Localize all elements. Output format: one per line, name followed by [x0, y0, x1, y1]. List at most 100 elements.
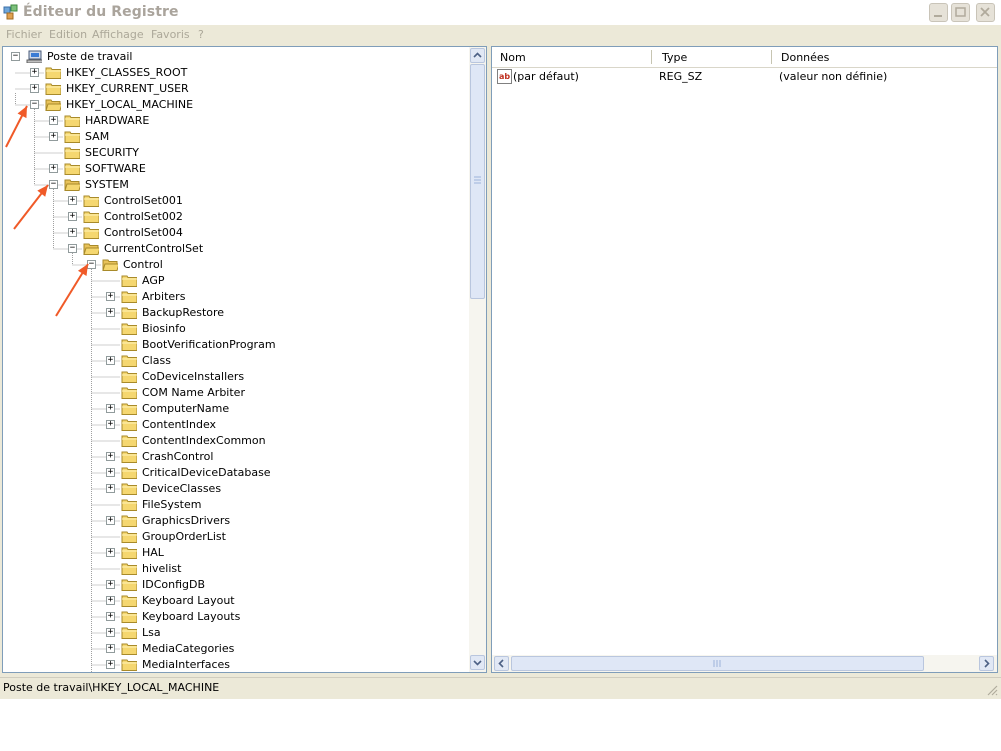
expand-icon[interactable]: +	[106, 308, 115, 317]
key-tree-pane[interactable]: − Poste de travail + HKEY_CLASSES_ROOT + HKEY…	[2, 46, 487, 673]
folder-icon	[121, 451, 137, 463]
expand-icon[interactable]: +	[30, 84, 39, 93]
collapse-icon[interactable]: −	[68, 244, 77, 253]
scroll-thumb[interactable]	[470, 64, 485, 299]
collapse-icon[interactable]: −	[49, 180, 58, 189]
folder-icon	[121, 371, 137, 383]
folder-icon	[64, 147, 80, 159]
tree-item-label: BootVerificationProgram	[142, 338, 276, 351]
expand-icon[interactable]: +	[106, 468, 115, 477]
column-divider[interactable]	[651, 50, 652, 64]
expand-icon[interactable]: +	[68, 196, 77, 205]
collapse-icon[interactable]: −	[87, 260, 96, 269]
maximize-button[interactable]	[951, 3, 970, 22]
folder-icon	[45, 67, 61, 79]
registry-app-icon	[3, 4, 18, 20]
expand-icon[interactable]: +	[49, 116, 58, 125]
tree-item-label: BackupRestore	[142, 306, 225, 319]
tree-item-label: ContentIndexCommon	[142, 434, 266, 447]
folder-icon	[121, 307, 137, 319]
value-row[interactable]: ab (par défaut) REG_SZ (valeur non défin…	[497, 69, 977, 85]
column-data[interactable]: Données	[781, 51, 829, 64]
folder-icon	[64, 163, 80, 175]
string-value-icon: ab	[497, 69, 512, 84]
expand-icon[interactable]: +	[106, 580, 115, 589]
expand-icon[interactable]: +	[30, 68, 39, 77]
scroll-up-button[interactable]	[470, 48, 485, 63]
tree-item-label: SOFTWARE	[85, 162, 146, 175]
scroll-left-button[interactable]	[494, 656, 509, 671]
tree-vertical-scrollbar[interactable]	[469, 47, 486, 672]
folder-open-icon	[83, 243, 99, 255]
close-button[interactable]	[976, 3, 995, 22]
tree-item-label: ControlSet002	[104, 210, 183, 223]
tree-item-label: SYSTEM	[85, 178, 129, 191]
column-name[interactable]: Nom	[500, 51, 526, 64]
expand-icon[interactable]: +	[106, 292, 115, 301]
folder-open-icon	[45, 99, 61, 111]
expand-icon[interactable]: +	[68, 228, 77, 237]
chevron-up-icon	[473, 52, 482, 58]
expand-icon[interactable]: +	[106, 516, 115, 525]
tree-item-label: MediaInterfaces	[142, 658, 231, 671]
menu-favoris[interactable]: Favoris	[151, 28, 190, 41]
tree-item-label: GraphicsDrivers	[142, 514, 231, 527]
tree-item-label: SAM	[85, 130, 110, 143]
tree-item-label: Keyboard Layouts	[142, 610, 241, 623]
expand-icon[interactable]: +	[106, 628, 115, 637]
folder-icon	[121, 467, 137, 479]
tree-item-label: Arbiters	[142, 290, 186, 303]
expand-icon[interactable]: +	[106, 484, 115, 493]
scroll-right-button[interactable]	[979, 656, 994, 671]
menu-help[interactable]: ?	[198, 28, 204, 41]
expand-icon[interactable]: +	[49, 132, 58, 141]
collapse-icon[interactable]: −	[30, 100, 39, 109]
column-type[interactable]: Type	[662, 51, 687, 64]
tree-item-label: Lsa	[142, 626, 161, 639]
menu-affichage[interactable]: Affichage	[92, 28, 144, 41]
folder-icon	[121, 355, 137, 367]
menu-edition[interactable]: Edition	[49, 28, 87, 41]
folder-icon	[121, 387, 137, 399]
window-title: Éditeur du Registre	[23, 4, 179, 20]
registry-editor-window: Éditeur du Registre Fichier Edition Affi…	[0, 0, 1001, 699]
svg-text:ab: ab	[499, 72, 510, 81]
values-list-pane[interactable]: Nom Type Données ab (par défaut) REG_SZ …	[491, 46, 998, 673]
expand-icon[interactable]: +	[106, 404, 115, 413]
menu-fichier[interactable]: Fichier	[6, 28, 42, 41]
tree-item-label: DeviceClasses	[142, 482, 222, 495]
folder-icon	[64, 115, 80, 127]
minimize-button[interactable]	[929, 3, 948, 22]
folder-open-icon	[64, 179, 80, 191]
folder-icon	[121, 275, 137, 287]
tree-item-label: hivelist	[142, 562, 182, 575]
folder-icon	[121, 627, 137, 639]
resize-grip-icon[interactable]	[986, 684, 998, 696]
scroll-down-button[interactable]	[470, 655, 485, 670]
expand-icon[interactable]: +	[106, 612, 115, 621]
chevron-right-icon	[984, 659, 990, 668]
expand-icon[interactable]: +	[106, 420, 115, 429]
expand-icon[interactable]: +	[106, 596, 115, 605]
tree-item-label: IDConfigDB	[142, 578, 206, 591]
tree-item-label: CriticalDeviceDatabase	[142, 466, 271, 479]
expand-icon[interactable]: +	[106, 644, 115, 653]
tree-item-label: MediaCategories	[142, 642, 235, 655]
column-divider[interactable]	[771, 50, 772, 64]
chevron-left-icon	[498, 659, 504, 668]
tree-item-label: ControlSet001	[104, 194, 183, 207]
expand-icon[interactable]: +	[106, 548, 115, 557]
expand-icon[interactable]: +	[106, 660, 115, 669]
folder-icon	[121, 595, 137, 607]
tree-item-label: GroupOrderList	[142, 530, 226, 543]
expand-icon[interactable]: +	[68, 212, 77, 221]
folder-icon	[121, 611, 137, 623]
folder-icon	[121, 291, 137, 303]
menu-bar: Fichier Edition Affichage Favoris ?	[0, 25, 1001, 45]
expand-icon[interactable]: +	[106, 452, 115, 461]
collapse-icon[interactable]: −	[11, 52, 20, 61]
expand-icon[interactable]: +	[49, 164, 58, 173]
list-horizontal-scrollbar[interactable]	[492, 655, 997, 672]
expand-icon[interactable]: +	[106, 356, 115, 365]
horizontal-scroll-thumb[interactable]	[511, 656, 924, 671]
